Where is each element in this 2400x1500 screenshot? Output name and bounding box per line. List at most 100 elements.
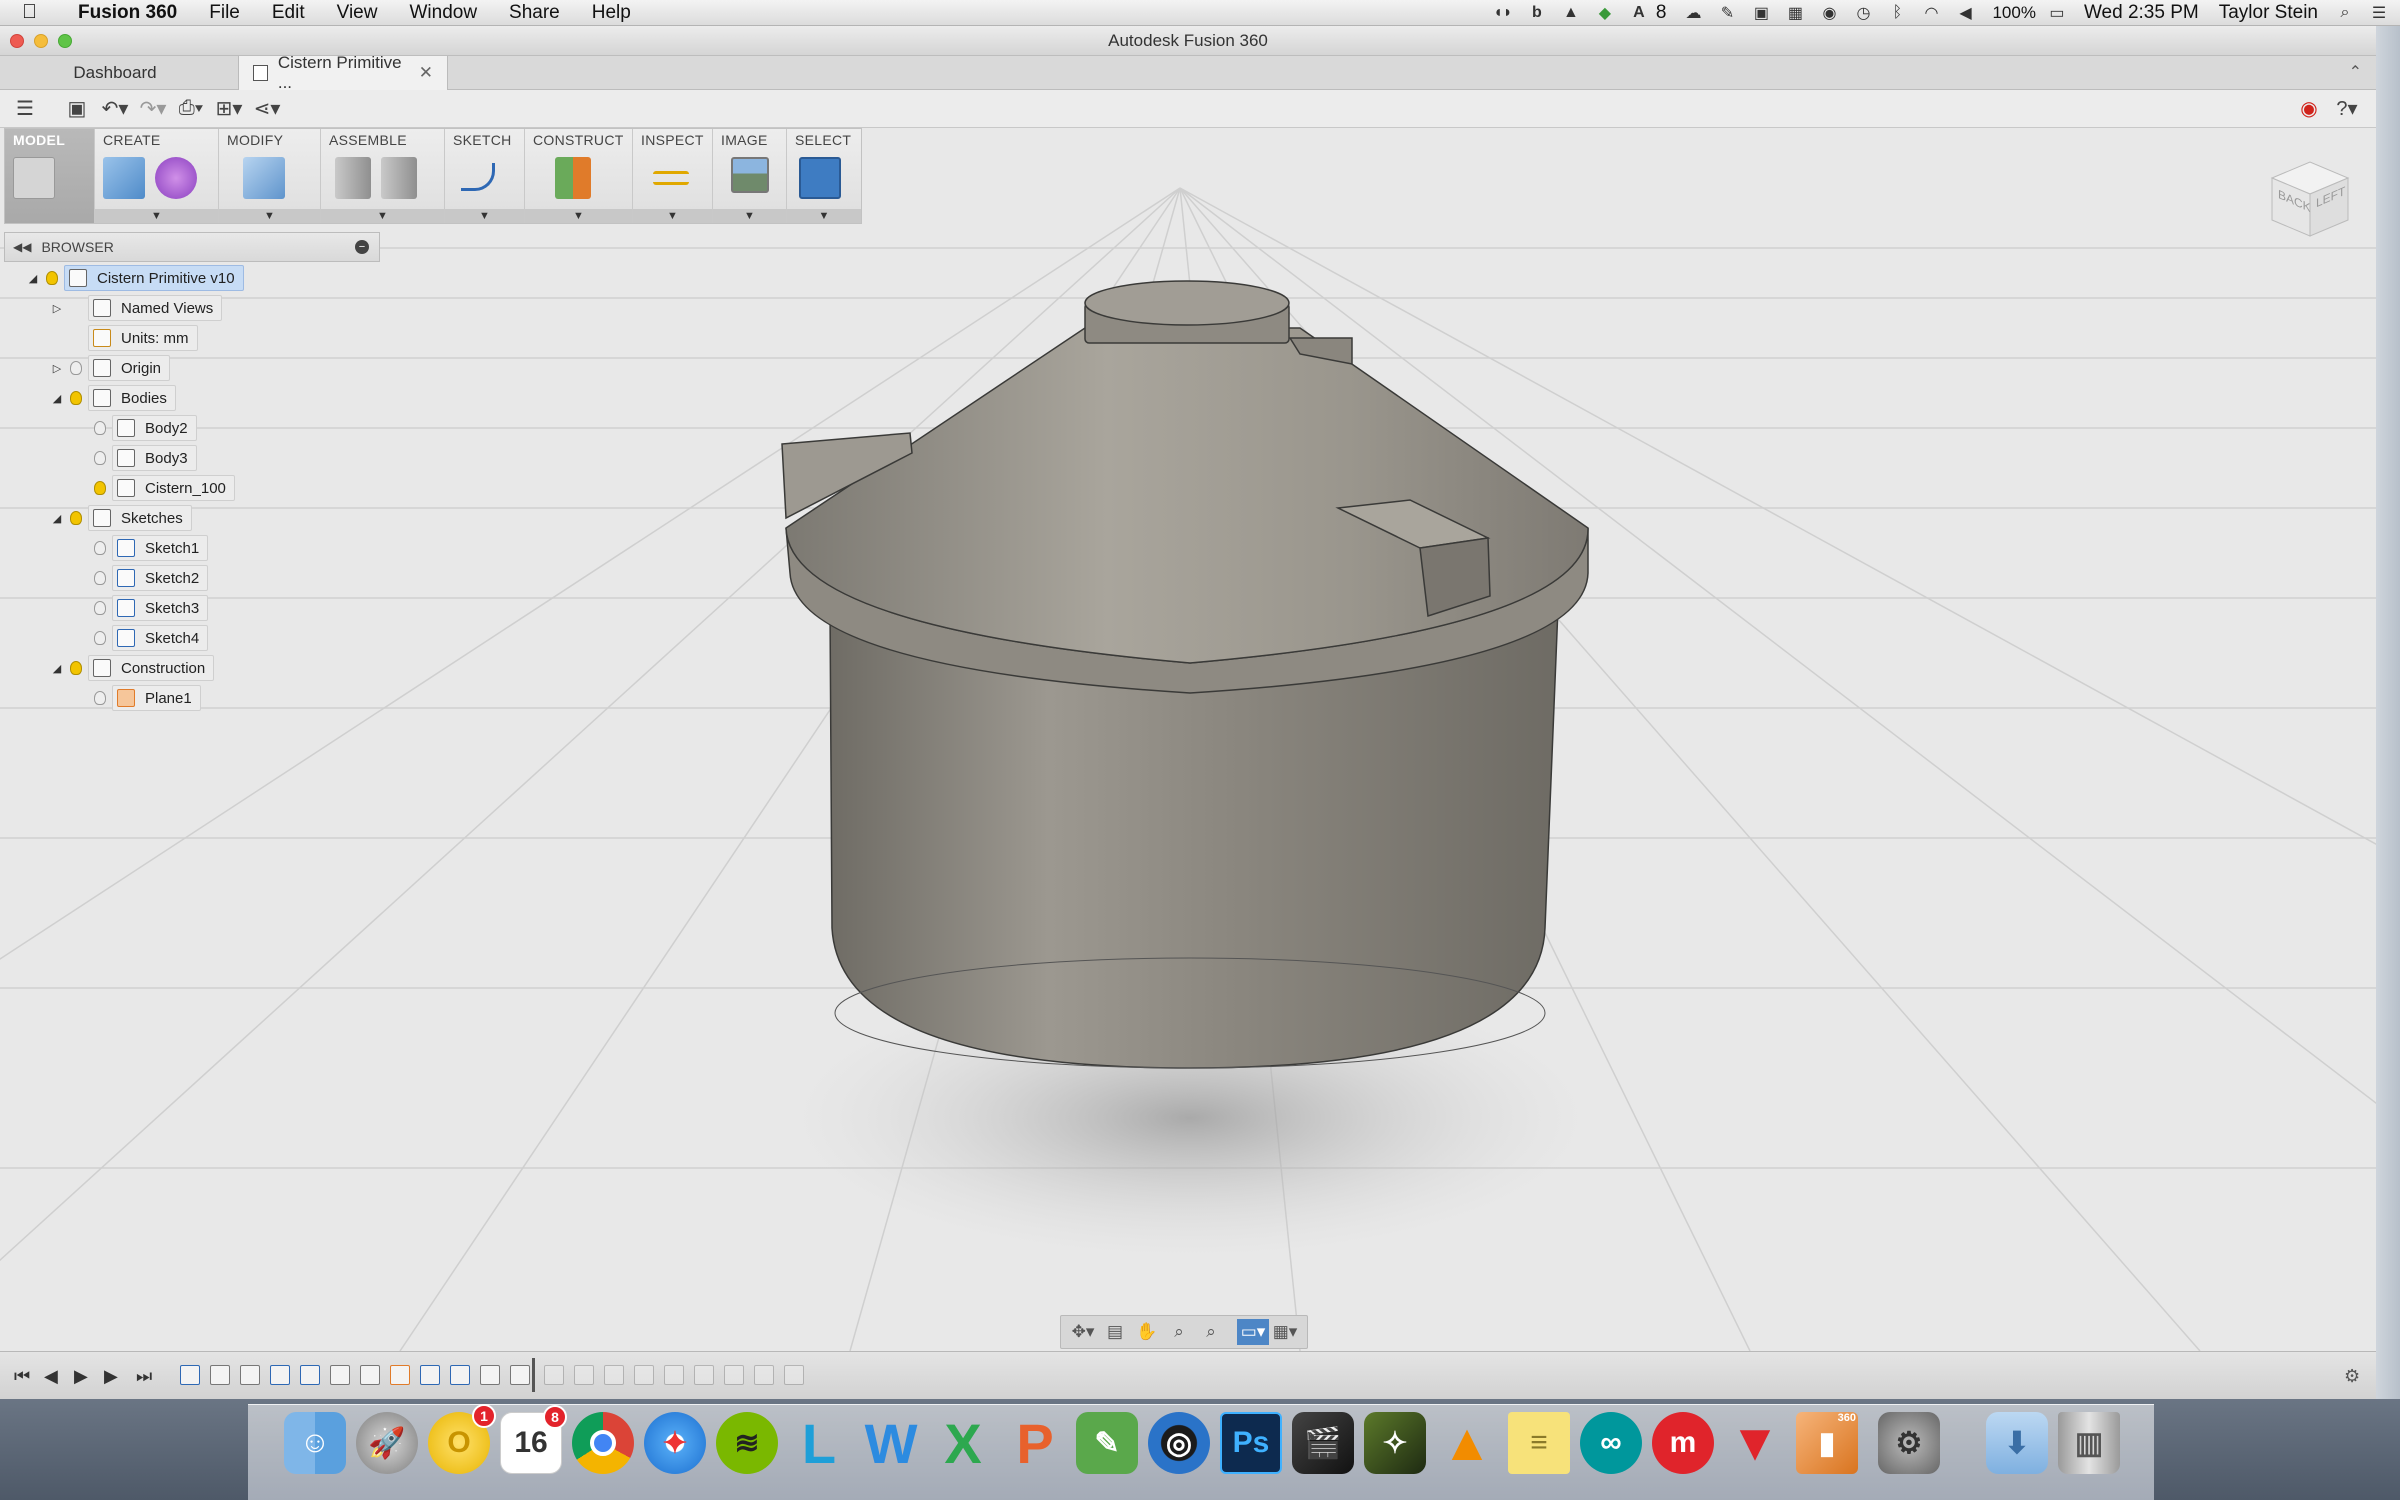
timeline-feature-sketch[interactable] bbox=[270, 1365, 290, 1385]
select-dropdown-caret[interactable]: ▼ bbox=[787, 209, 861, 223]
menu-edit[interactable]: Edit bbox=[256, 2, 321, 24]
cloud-icon[interactable]: ☁ bbox=[1682, 4, 1704, 22]
opera-icon[interactable]: O1 bbox=[428, 1404, 496, 1474]
ribbon-group-construct[interactable]: CONSTRUCT ▼ bbox=[525, 129, 633, 223]
tree-item-origin[interactable]: ▷ Origin bbox=[50, 354, 171, 382]
menu-app-name[interactable]: Fusion 360 bbox=[62, 2, 193, 24]
visibility-bulb-icon[interactable] bbox=[92, 419, 108, 437]
ribbon-group-image[interactable]: IMAGE ▼ bbox=[713, 129, 787, 223]
create-dropdown-caret[interactable]: ▼ bbox=[95, 209, 218, 223]
timeline-feature-suppressed[interactable] bbox=[604, 1365, 624, 1385]
timeline-feature-suppressed[interactable] bbox=[634, 1365, 654, 1385]
hamburger-menu-icon[interactable]: ☰ bbox=[8, 95, 42, 123]
browser-panel-header[interactable]: ◀◀ BROWSER − bbox=[4, 232, 380, 262]
arduino-icon[interactable]: ∞ bbox=[1580, 1412, 1642, 1474]
browser-pin-icon[interactable]: − bbox=[355, 240, 369, 254]
tree-item-named-views[interactable]: ▷ Named Views bbox=[50, 294, 223, 322]
modify-dropdown-caret[interactable]: ▼ bbox=[219, 209, 320, 223]
menu-file[interactable]: File bbox=[193, 2, 256, 24]
fit-icon[interactable]: ⌕ bbox=[1195, 1319, 1227, 1345]
record-icon[interactable]: ◉ bbox=[1818, 4, 1840, 22]
visibility-bulb-icon[interactable] bbox=[68, 389, 84, 407]
ribbon-group-select[interactable]: SELECT ▼ bbox=[787, 129, 861, 223]
lync-icon[interactable]: L bbox=[788, 1412, 850, 1475]
bell-icon[interactable]: ▲ bbox=[1560, 4, 1582, 22]
collapse-panel-icon[interactable]: ◀◀ bbox=[13, 240, 31, 254]
stickies-icon[interactable]: ≡ bbox=[1508, 1412, 1570, 1474]
ribbon-group-sketch[interactable]: SKETCH ▼ bbox=[445, 129, 525, 223]
safari-icon[interactable]: ✦ bbox=[644, 1412, 706, 1474]
ribbon-group-modify[interactable]: MODIFY ▼ bbox=[219, 129, 321, 223]
menu-help[interactable]: Help bbox=[576, 2, 647, 24]
help-icon[interactable]: ?▾ bbox=[2330, 95, 2364, 123]
image-dropdown-caret[interactable]: ▼ bbox=[713, 209, 786, 223]
print-icon[interactable]: ⎙▾ bbox=[174, 95, 208, 123]
step-back-icon[interactable]: ◀ bbox=[44, 1366, 58, 1387]
cistern-model[interactable] bbox=[781, 280, 1589, 1069]
expand-triangle-icon[interactable]: ◢ bbox=[50, 662, 64, 675]
visibility-bulb-icon[interactable] bbox=[68, 359, 84, 377]
expand-triangle-icon[interactable]: ◢ bbox=[50, 512, 64, 525]
zoom-icon[interactable]: ⌕ bbox=[1163, 1319, 1195, 1345]
sketch-dropdown-caret[interactable]: ▼ bbox=[445, 209, 524, 223]
play-icon[interactable]: ▶ bbox=[74, 1366, 88, 1387]
timeline-marker[interactable] bbox=[532, 1358, 535, 1392]
clock[interactable]: Wed 2:35 PM bbox=[2084, 2, 2199, 24]
as-built-joint-icon[interactable] bbox=[381, 157, 417, 199]
timeline-feature-sketch[interactable] bbox=[180, 1365, 200, 1385]
wifi-icon[interactable]: ◠ bbox=[1920, 4, 1942, 22]
timeline-feature-sketch[interactable] bbox=[450, 1365, 470, 1385]
tree-item-plane1[interactable]: Plane1 bbox=[88, 684, 201, 712]
save-icon[interactable]: ▣ bbox=[60, 95, 94, 123]
press-pull-icon[interactable] bbox=[243, 157, 285, 199]
expand-triangle-icon[interactable]: ▷ bbox=[50, 362, 64, 375]
timeline-feature-move[interactable] bbox=[480, 1365, 500, 1385]
image-attach-icon[interactable] bbox=[731, 157, 769, 193]
tree-item-sketch1[interactable]: Sketch1 bbox=[88, 534, 209, 562]
offset-plane-icon[interactable] bbox=[555, 157, 591, 199]
visibility-bulb-icon[interactable] bbox=[92, 629, 108, 647]
grid-settings-icon[interactable]: ▦▾ bbox=[1269, 1319, 1301, 1345]
orbit-icon[interactable]: ✥▾ bbox=[1067, 1319, 1099, 1345]
record-macro-icon[interactable]: ◉ bbox=[2292, 95, 2326, 123]
timeline-feature-suppressed[interactable] bbox=[664, 1365, 684, 1385]
canvas-viewport[interactable]: BACK LEFT bbox=[0, 128, 2376, 1351]
expand-triangle-icon[interactable]: ▷ bbox=[50, 302, 64, 315]
launchpad-icon[interactable]: 🚀 bbox=[356, 1412, 418, 1474]
tree-item-cistern[interactable]: Cistern_100 bbox=[88, 474, 235, 502]
volume-icon[interactable]: ◀ bbox=[1954, 4, 1976, 22]
timeline-feature-revolve[interactable] bbox=[240, 1365, 260, 1385]
timeline-feature-suppressed[interactable] bbox=[784, 1365, 804, 1385]
step-forward-icon[interactable]: ▶ bbox=[104, 1366, 118, 1387]
undo-icon[interactable]: ↶▾ bbox=[98, 95, 132, 123]
sync-icon[interactable]: ◆ bbox=[1594, 4, 1616, 22]
pan-icon[interactable]: ✋ bbox=[1131, 1319, 1163, 1345]
powerpoint-icon[interactable]: P bbox=[1004, 1412, 1066, 1475]
ribbon-group-create[interactable]: CREATE ▼ bbox=[95, 129, 219, 223]
spotify-icon[interactable]: ≋ bbox=[716, 1412, 778, 1474]
battery-icon[interactable]: ▭ bbox=[2046, 4, 2068, 22]
timeline-feature-suppressed[interactable] bbox=[574, 1365, 594, 1385]
timeline-feature-suppressed[interactable] bbox=[694, 1365, 714, 1385]
excel-icon[interactable]: X bbox=[932, 1412, 994, 1475]
visibility-bulb-icon[interactable] bbox=[92, 479, 108, 497]
tree-item-units[interactable]: Units: mm bbox=[50, 324, 198, 352]
data-panel-icon[interactable]: ⊞▾ bbox=[212, 95, 246, 123]
tree-item-sketch4[interactable]: Sketch4 bbox=[88, 624, 209, 652]
tree-item-sketches[interactable]: ◢ Sketches bbox=[50, 504, 192, 532]
box-solid-icon[interactable] bbox=[103, 157, 145, 199]
inspect-dropdown-caret[interactable]: ▼ bbox=[633, 209, 712, 223]
notification-center-icon[interactable]: ☰ bbox=[2368, 4, 2390, 22]
sketch-curve-icon[interactable] bbox=[461, 163, 495, 191]
menu-window[interactable]: Window bbox=[393, 2, 493, 24]
grid-icon[interactable]: ▦ bbox=[1784, 4, 1806, 22]
system-preferences-icon[interactable]: ⚙ bbox=[1878, 1412, 1940, 1474]
visibility-bulb-icon[interactable] bbox=[68, 509, 84, 527]
aperture-icon[interactable]: ◎ bbox=[1148, 1412, 1210, 1474]
collapse-chevron-icon[interactable]: ⌃ bbox=[2349, 62, 2362, 82]
calendar-icon[interactable]: 16 8 bbox=[500, 1405, 567, 1474]
share-icon[interactable]: ⋖▾ bbox=[250, 95, 284, 123]
visibility-bulb-icon[interactable] bbox=[44, 269, 60, 287]
finder-icon[interactable]: ☺ bbox=[284, 1412, 346, 1474]
redo-icon[interactable]: ↷▾ bbox=[136, 95, 170, 123]
